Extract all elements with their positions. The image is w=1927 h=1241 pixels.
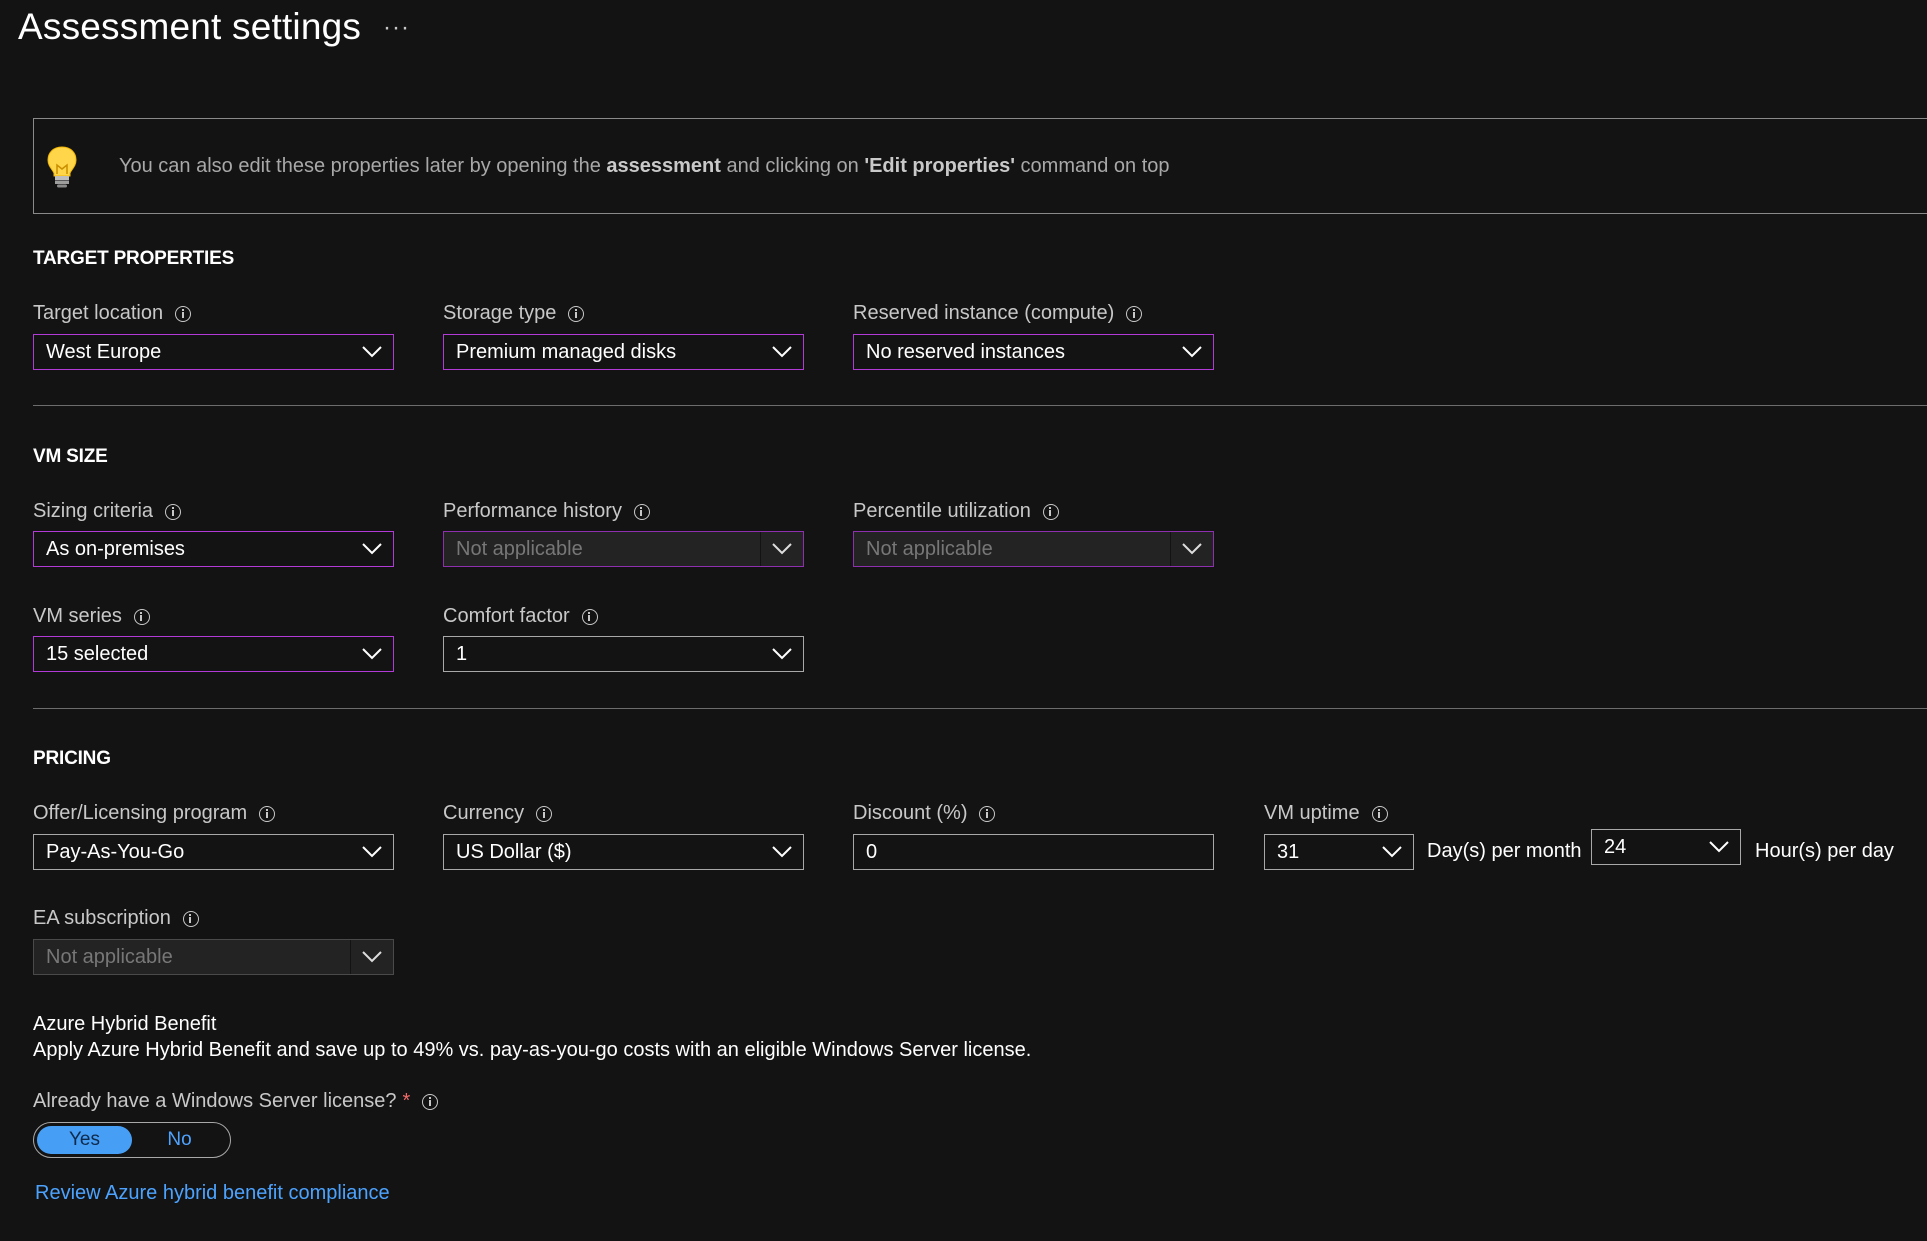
comfort-factor-dropdown[interactable]: 1 — [443, 636, 804, 672]
info-icon[interactable] — [165, 503, 182, 520]
page-title: Assessment settings — [18, 6, 362, 47]
info-icon[interactable] — [422, 1093, 439, 1110]
chevron-down-icon — [351, 637, 393, 671]
offer-licensing-label: Offer/Licensing program — [33, 802, 276, 825]
chevron-down-icon — [351, 835, 393, 869]
sizing-criteria-label: Sizing criteria — [33, 500, 182, 523]
reserved-instance-label: Reserved instance (compute) — [853, 302, 1143, 325]
vm-series-label: VM series — [33, 605, 150, 628]
section-title-vm-size: VM SIZE — [33, 446, 108, 467]
banner-message: You can also edit these properties later… — [119, 155, 1170, 177]
info-icon[interactable] — [581, 608, 598, 625]
discount-input[interactable]: 0 — [853, 834, 1214, 870]
license-toggle[interactable]: Yes No — [33, 1122, 231, 1158]
performance-history-label: Performance history — [443, 500, 650, 523]
info-icon[interactable] — [1042, 503, 1059, 520]
chevron-down-icon — [1171, 335, 1213, 369]
toggle-option-yes[interactable]: Yes — [37, 1126, 132, 1154]
info-icon[interactable] — [536, 805, 553, 822]
license-question-label: Already have a Windows Server license? * — [33, 1090, 439, 1113]
vm-uptime-label: VM uptime — [1264, 802, 1388, 825]
storage-type-dropdown[interactable]: Premium managed disks — [443, 334, 804, 370]
review-compliance-link[interactable]: Review Azure hybrid benefit compliance — [35, 1182, 390, 1205]
currency-dropdown[interactable]: US Dollar ($) — [443, 834, 804, 870]
performance-history-dropdown: Not applicable — [443, 531, 804, 567]
chevron-down-icon — [351, 532, 393, 566]
ea-subscription-dropdown: Not applicable — [33, 939, 394, 975]
target-location-label: Target location — [33, 302, 192, 325]
info-banner: You can also edit these properties later… — [33, 118, 1927, 214]
discount-label: Discount (%) — [853, 802, 996, 825]
chevron-down-icon — [350, 940, 393, 974]
section-title-target-properties: TARGET PROPERTIES — [33, 248, 235, 269]
percentile-utilization-dropdown: Not applicable — [853, 531, 1214, 567]
info-icon[interactable] — [979, 805, 996, 822]
info-icon[interactable] — [133, 608, 150, 625]
divider — [33, 708, 1927, 709]
chevron-down-icon — [761, 335, 803, 369]
info-icon[interactable] — [182, 910, 199, 927]
chevron-down-icon — [1170, 532, 1213, 566]
reserved-instance-dropdown[interactable]: No reserved instances — [853, 334, 1214, 370]
info-icon[interactable] — [1371, 805, 1388, 822]
toggle-option-no[interactable]: No — [132, 1126, 227, 1154]
info-icon[interactable] — [259, 805, 276, 822]
info-icon[interactable] — [175, 305, 192, 322]
chevron-down-icon — [351, 335, 393, 369]
currency-label: Currency — [443, 802, 553, 825]
comfort-factor-label: Comfort factor — [443, 605, 598, 628]
storage-type-label: Storage type — [443, 302, 585, 325]
ahb-description: Apply Azure Hybrid Benefit and save up t… — [33, 1039, 1032, 1061]
divider — [33, 405, 1927, 406]
uptime-days-dropdown[interactable]: 31 — [1264, 834, 1414, 870]
sizing-criteria-dropdown[interactable]: As on-premises — [33, 531, 394, 567]
ahb-title: Azure Hybrid Benefit — [33, 1013, 217, 1035]
lightbulb-icon — [47, 146, 77, 188]
more-options-button[interactable]: ··· — [383, 14, 410, 42]
chevron-down-icon — [761, 835, 803, 869]
uptime-hours-dropdown[interactable]: 24 — [1591, 829, 1741, 865]
uptime-hours-unit: Hour(s) per day — [1755, 840, 1894, 862]
info-icon[interactable] — [568, 305, 585, 322]
uptime-days-unit: Day(s) per month — [1427, 840, 1582, 862]
info-icon[interactable] — [633, 503, 650, 520]
vm-series-dropdown[interactable]: 15 selected — [33, 636, 394, 672]
section-title-pricing: PRICING — [33, 748, 111, 769]
chevron-down-icon — [1371, 835, 1413, 869]
info-icon[interactable] — [1126, 305, 1143, 322]
chevron-down-icon — [761, 637, 803, 671]
target-location-dropdown[interactable]: West Europe — [33, 334, 394, 370]
required-mark: * — [402, 1090, 411, 1112]
chevron-down-icon — [1698, 830, 1740, 864]
percentile-utilization-label: Percentile utilization — [853, 500, 1059, 523]
offer-licensing-dropdown[interactable]: Pay-As-You-Go — [33, 834, 394, 870]
chevron-down-icon — [760, 532, 803, 566]
ea-subscription-label: EA subscription — [33, 907, 199, 930]
